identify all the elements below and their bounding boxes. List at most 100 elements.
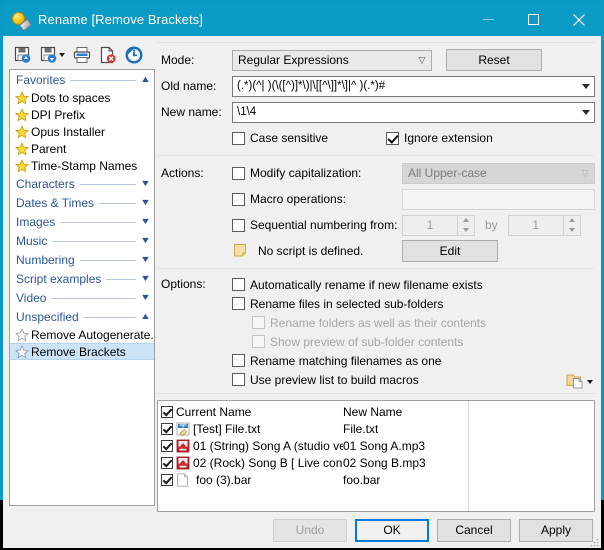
case-sensitive-checkbox[interactable]: Case sensitive [232, 129, 328, 148]
undo-button[interactable]: Undo [273, 518, 347, 542]
chevron-down-icon[interactable]: ▼ [140, 198, 151, 207]
row-checkbox[interactable] [161, 473, 173, 486]
group-divider [70, 80, 137, 81]
preset-item-opus-installer[interactable]: Opus Installer [10, 123, 154, 140]
resize-grip[interactable] [589, 536, 599, 547]
sequential-start-input[interactable]: 1 [402, 214, 458, 236]
checkbox-box[interactable] [232, 131, 245, 145]
by-label: by [485, 218, 498, 232]
cancel-button[interactable]: Cancel [437, 518, 511, 542]
preset-item-time-stamp-names[interactable]: Time-Stamp Names [10, 157, 154, 174]
column-header-current-name[interactable]: Current Name [176, 405, 251, 419]
minimize-button[interactable] [466, 3, 511, 36]
capitalization-select[interactable]: All Upper-case ▽ [402, 162, 595, 184]
table-row[interactable]: 02 (Rock) Song B [ Live concert].mp3 02 … [158, 454, 594, 471]
preset-group-music[interactable]: Music ▼ [10, 231, 154, 250]
sequential-start-stepper[interactable] [458, 214, 475, 236]
old-name-input[interactable]: (.*)(^| )(\([^)]*\)|\[[^\]]*\]|^ )(.*)# [232, 75, 595, 97]
option-rename-matching-as-one[interactable]: Rename matching filenames as one [232, 351, 566, 370]
stepper-up-icon[interactable] [564, 216, 580, 226]
checkbox-box[interactable] [386, 131, 400, 145]
preset-item-parent[interactable]: Parent [10, 140, 154, 157]
checkbox-box[interactable] [232, 373, 245, 386]
ignore-extension-checkbox[interactable]: Ignore extension [386, 129, 493, 148]
chevron-down-icon[interactable]: ▼ [140, 274, 151, 283]
preset-item-dpi-prefix[interactable]: DPI Prefix [10, 106, 154, 123]
apply-button[interactable]: Apply [519, 518, 593, 542]
copy-folder-icon[interactable] [566, 372, 583, 389]
chevron-down-icon[interactable]: ▼ [140, 255, 151, 264]
preset-item-remove-autogenerated[interactable]: Remove Autogenerate... [10, 326, 154, 343]
mode-select[interactable]: Regular Expressions ▽ [232, 49, 432, 71]
sequential-step-stepper[interactable] [563, 214, 581, 236]
chevron-up-icon[interactable]: ▲ [140, 312, 151, 321]
macro-operations-checkbox[interactable]: Macro operations: [232, 190, 402, 209]
option-rename-in-subfolders[interactable]: Rename files in selected sub-folders [232, 294, 566, 313]
close-button[interactable] [556, 3, 601, 36]
chevron-up-icon[interactable]: ▲ [140, 75, 151, 84]
save-preset-button[interactable] [37, 44, 68, 66]
checkbox-box[interactable] [232, 297, 245, 310]
chevron-down-icon[interactable]: ▼ [140, 236, 151, 245]
checkbox-box[interactable] [232, 166, 245, 180]
preset-group-numbering[interactable]: Numbering ▼ [10, 250, 154, 269]
preset-list[interactable]: Favorites ▲ Dots to spaces DPI Prefix Op… [9, 69, 155, 506]
option-use-preview-list-macros[interactable]: Use preview list to build macros [232, 370, 566, 389]
maximize-button[interactable] [511, 3, 556, 36]
table-row[interactable]: foo (3).bar foo.bar [158, 471, 594, 488]
checkbox-box[interactable] [232, 218, 245, 232]
table-row[interactable]: 01 (String) Song A (studio version).mp3 … [158, 437, 594, 454]
checkbox-box [252, 316, 265, 329]
preset-group-script-examples[interactable]: Script examples ▼ [10, 269, 154, 288]
new-name-input[interactable]: \1\4 [232, 101, 595, 123]
preset-group-unspecified[interactable]: Unspecified ▲ [10, 307, 154, 326]
reset-preset-button[interactable] [122, 44, 146, 66]
edit-script-button[interactable]: Edit [402, 240, 498, 262]
table-row[interactable]: [Test] File.txt File.txt [158, 420, 594, 437]
preset-group-images[interactable]: Images ▼ [10, 212, 154, 231]
column-separator [468, 401, 469, 511]
checkbox-box[interactable] [232, 192, 245, 206]
title-bar[interactable]: Rename [Remove Brackets] [3, 3, 601, 36]
print-preset-button[interactable] [70, 44, 94, 66]
chevron-down-icon[interactable]: ▼ [140, 179, 151, 188]
chevron-down-icon[interactable]: ▼ [140, 293, 151, 302]
preset-group-favorites[interactable]: Favorites ▲ [10, 70, 154, 89]
preset-group-dates-times[interactable]: Dates & Times ▼ [10, 193, 154, 212]
checkbox-box[interactable] [232, 278, 245, 291]
dropdown-arrow-icon[interactable] [577, 109, 594, 115]
checkbox-box[interactable] [232, 354, 245, 367]
preset-group-characters[interactable]: Characters ▼ [10, 174, 154, 193]
preview-file-list[interactable]: Current Name New Name [Test] File.txt Fi… [157, 400, 595, 512]
modify-capitalization-checkbox[interactable]: Modify capitalization: [232, 164, 402, 183]
chevron-down-icon[interactable]: ▼ [140, 217, 151, 226]
dropdown-arrow-icon[interactable] [577, 83, 594, 89]
stepper-down-icon[interactable] [564, 225, 580, 235]
row-checkbox[interactable] [161, 456, 173, 469]
preset-group-video[interactable]: Video ▼ [10, 288, 154, 307]
preset-item-dots-to-spaces[interactable]: Dots to spaces [10, 89, 154, 106]
sequential-step-input[interactable]: 1 [507, 214, 564, 236]
row-checkbox[interactable] [161, 439, 173, 452]
ok-button[interactable]: OK [355, 518, 429, 542]
folder-dropdown-arrow[interactable] [587, 380, 593, 384]
delete-preset-button[interactable] [96, 44, 120, 66]
option-auto-rename-if-exists[interactable]: Automatically rename if new filename exi… [232, 275, 566, 294]
stepper-down-icon[interactable] [458, 225, 474, 235]
chevron-down-icon[interactable]: ▽ [413, 55, 431, 66]
mode-value: Regular Expressions [238, 53, 349, 67]
row-checkbox[interactable] [161, 422, 173, 435]
sequential-numbering-checkbox[interactable]: Sequential numbering from: [232, 216, 402, 235]
column-header-new-name[interactable]: New Name [343, 405, 402, 419]
macro-operations-input[interactable] [402, 188, 595, 210]
preset-item-remove-brackets[interactable]: Remove Brackets [10, 343, 154, 360]
select-all-checkbox[interactable] [161, 405, 173, 418]
chevron-down-icon[interactable]: ▽ [576, 168, 594, 179]
stepper-up-icon[interactable] [458, 216, 474, 226]
reset-button[interactable]: Reset [446, 49, 542, 71]
cell-current-name: [Test] File.txt [193, 421, 261, 436]
save-preset-dropdown-arrow[interactable] [59, 52, 65, 57]
load-preset-button[interactable] [11, 44, 35, 66]
group-label: Video [16, 290, 47, 305]
star-icon [15, 124, 29, 139]
